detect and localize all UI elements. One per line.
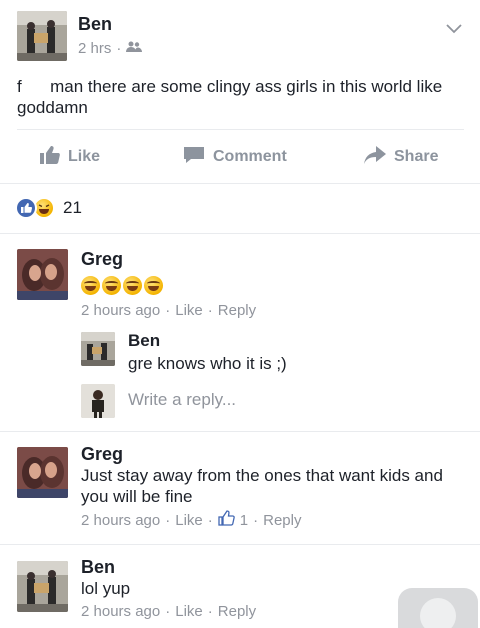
comment-meta: 2 hours ago · Like · Reply <box>81 603 256 620</box>
thumbs-up-outline-icon <box>218 510 235 530</box>
divider <box>0 544 480 545</box>
share-button[interactable]: Share <box>364 145 439 169</box>
reply-author-name[interactable]: Ben <box>128 331 160 351</box>
comment-text: lol yup <box>81 579 131 598</box>
comment-author-name[interactable]: Greg <box>81 249 123 270</box>
comment-button[interactable]: Comment <box>183 146 287 168</box>
separator-dot: · <box>165 511 171 529</box>
comment-meta: 2 hours ago · Like · Reply <box>81 302 256 319</box>
post-text-body: man there are some clingy ass girls in t… <box>17 77 443 117</box>
comment-time[interactable]: 2 hours ago <box>81 603 160 620</box>
comment-time[interactable]: 2 hours ago <box>81 302 160 319</box>
reply-author-avatar[interactable] <box>81 332 115 366</box>
divider <box>0 431 480 432</box>
divider <box>0 233 480 234</box>
like-label: Like <box>68 148 101 165</box>
divider <box>0 183 480 184</box>
current-user-avatar <box>81 384 115 418</box>
write-reply-input[interactable]: Write a reply... <box>128 390 236 410</box>
comment-reply-link[interactable]: Reply <box>218 302 256 319</box>
reaction-count: 21 <box>63 198 82 217</box>
comment-reply-link[interactable]: Reply <box>263 512 301 529</box>
assistive-touch-button[interactable] <box>398 588 478 628</box>
comment-author-avatar[interactable] <box>17 447 68 498</box>
comment-like-link[interactable]: Like <box>175 512 203 529</box>
like-button[interactable]: Like <box>40 145 101 169</box>
share-icon <box>364 145 386 169</box>
comment-author-avatar[interactable] <box>17 249 68 300</box>
comment-icon <box>183 146 205 169</box>
comment-label: Comment <box>213 148 287 165</box>
comment-author-name[interactable]: Greg <box>81 444 123 465</box>
reactions-summary[interactable]: 21 <box>15 197 82 219</box>
comment-like-count[interactable]: 1 <box>240 512 248 529</box>
separator-dot: · <box>116 40 122 57</box>
laughing-emoji-icon <box>123 276 142 295</box>
thumbs-up-icon <box>40 145 60 169</box>
comment-like-link[interactable]: Like <box>175 302 203 319</box>
separator-dot: · <box>207 511 213 529</box>
post-text: f man there are some clingy ass girls in… <box>17 76 467 118</box>
comment-time[interactable]: 2 hours ago <box>81 512 160 529</box>
laughing-emoji-icon <box>102 276 121 295</box>
divider <box>17 129 464 130</box>
comment-meta: 2 hours ago · Like · 1 · Reply <box>81 510 301 530</box>
separator-dot: · <box>207 302 213 319</box>
comment-author-avatar[interactable] <box>17 561 68 612</box>
separator-dot: · <box>207 603 213 620</box>
comment-reply-link[interactable]: Reply <box>218 603 256 620</box>
post-author-name[interactable]: Ben <box>78 14 112 35</box>
post-author-avatar[interactable] <box>17 11 67 61</box>
friends-icon <box>126 40 143 57</box>
laughing-emoji-icon <box>81 276 100 295</box>
reply-text: gre knows who it is ;) <box>128 354 287 373</box>
laughing-emoji-icon <box>144 276 163 295</box>
chevron-down-icon[interactable] <box>446 22 462 40</box>
comment-like-link[interactable]: Like <box>175 603 203 620</box>
comment-text: Just stay away from the ones that want k… <box>81 466 443 506</box>
post-text-prefix: f <box>17 77 22 96</box>
separator-dot: · <box>165 603 171 620</box>
post-timestamp[interactable]: 2 hrs · <box>78 40 143 57</box>
separator-dot: · <box>253 511 259 529</box>
comment-author-name[interactable]: Ben <box>81 557 115 578</box>
separator-dot: · <box>165 302 171 319</box>
post-time[interactable]: 2 hrs <box>78 40 111 57</box>
emoji-row <box>81 276 163 295</box>
like-reaction-icon <box>15 197 37 219</box>
share-label: Share <box>394 148 439 165</box>
assistive-touch-inner-ring <box>420 598 456 628</box>
